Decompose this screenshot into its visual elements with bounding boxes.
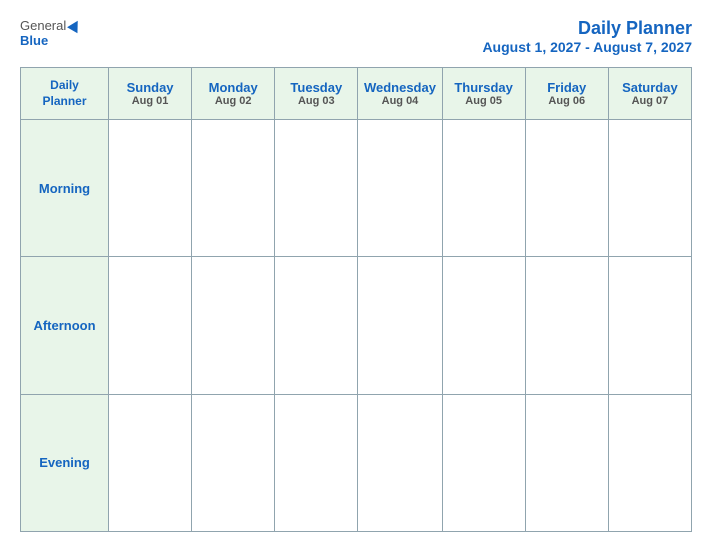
thursday-header: Thursday Aug 05 bbox=[442, 68, 525, 120]
daily-planner-header: DailyPlanner bbox=[21, 68, 109, 120]
logo-text: General bbox=[20, 18, 81, 33]
morning-label: Morning bbox=[21, 120, 109, 257]
wednesday-name: Wednesday bbox=[362, 80, 437, 95]
evening-tuesday-cell[interactable] bbox=[275, 394, 358, 531]
morning-saturday-cell[interactable] bbox=[608, 120, 691, 257]
thursday-date: Aug 05 bbox=[447, 95, 521, 107]
tuesday-name: Tuesday bbox=[279, 80, 353, 95]
afternoon-thursday-cell[interactable] bbox=[442, 257, 525, 394]
afternoon-label: Afternoon bbox=[21, 257, 109, 394]
evening-wednesday-cell[interactable] bbox=[358, 394, 442, 531]
calendar-table: DailyPlanner Sunday Aug 01 Monday Aug 02… bbox=[20, 67, 692, 532]
header: General Blue Daily Planner August 1, 202… bbox=[20, 18, 692, 55]
morning-row: Morning bbox=[21, 120, 692, 257]
monday-date: Aug 02 bbox=[196, 95, 270, 107]
planner-title: Daily Planner bbox=[482, 18, 692, 39]
morning-monday-cell[interactable] bbox=[192, 120, 275, 257]
saturday-header: Saturday Aug 07 bbox=[608, 68, 691, 120]
friday-header: Friday Aug 06 bbox=[525, 68, 608, 120]
evening-label: Evening bbox=[21, 394, 109, 531]
evening-thursday-cell[interactable] bbox=[442, 394, 525, 531]
morning-wednesday-cell[interactable] bbox=[358, 120, 442, 257]
afternoon-monday-cell[interactable] bbox=[192, 257, 275, 394]
afternoon-sunday-cell[interactable] bbox=[109, 257, 192, 394]
evening-monday-cell[interactable] bbox=[192, 394, 275, 531]
saturday-date: Aug 07 bbox=[613, 95, 687, 107]
planner-date-range: August 1, 2027 - August 7, 2027 bbox=[482, 39, 692, 55]
morning-friday-cell[interactable] bbox=[525, 120, 608, 257]
tuesday-date: Aug 03 bbox=[279, 95, 353, 107]
wednesday-header: Wednesday Aug 04 bbox=[358, 68, 442, 120]
monday-header: Monday Aug 02 bbox=[192, 68, 275, 120]
sunday-header: Sunday Aug 01 bbox=[109, 68, 192, 120]
sunday-name: Sunday bbox=[113, 80, 187, 95]
thursday-name: Thursday bbox=[447, 80, 521, 95]
afternoon-row: Afternoon bbox=[21, 257, 692, 394]
evening-row: Evening bbox=[21, 394, 692, 531]
monday-name: Monday bbox=[196, 80, 270, 95]
afternoon-tuesday-cell[interactable] bbox=[275, 257, 358, 394]
friday-date: Aug 06 bbox=[530, 95, 604, 107]
afternoon-saturday-cell[interactable] bbox=[608, 257, 691, 394]
afternoon-wednesday-cell[interactable] bbox=[358, 257, 442, 394]
friday-name: Friday bbox=[530, 80, 604, 95]
afternoon-friday-cell[interactable] bbox=[525, 257, 608, 394]
wednesday-date: Aug 04 bbox=[362, 95, 437, 107]
evening-sunday-cell[interactable] bbox=[109, 394, 192, 531]
evening-friday-cell[interactable] bbox=[525, 394, 608, 531]
title-area: Daily Planner August 1, 2027 - August 7,… bbox=[482, 18, 692, 55]
saturday-name: Saturday bbox=[613, 80, 687, 95]
morning-thursday-cell[interactable] bbox=[442, 120, 525, 257]
logo-blue-text: Blue bbox=[20, 33, 48, 48]
col-header-label-daily: DailyPlanner bbox=[25, 78, 104, 109]
morning-tuesday-cell[interactable] bbox=[275, 120, 358, 257]
logo-general-text: General bbox=[20, 18, 66, 33]
morning-sunday-cell[interactable] bbox=[109, 120, 192, 257]
logo-area: General Blue bbox=[20, 18, 81, 48]
header-row: DailyPlanner Sunday Aug 01 Monday Aug 02… bbox=[21, 68, 692, 120]
page: General Blue Daily Planner August 1, 202… bbox=[0, 0, 712, 550]
evening-saturday-cell[interactable] bbox=[608, 394, 691, 531]
logo-triangle-icon bbox=[67, 18, 83, 34]
tuesday-header: Tuesday Aug 03 bbox=[275, 68, 358, 120]
sunday-date: Aug 01 bbox=[113, 95, 187, 107]
